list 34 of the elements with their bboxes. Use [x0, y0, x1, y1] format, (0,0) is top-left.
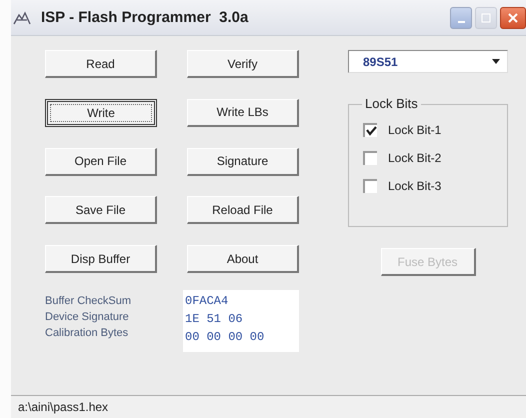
info-value: 00 00 00 00	[185, 330, 266, 344]
checkbox[interactable]	[363, 179, 377, 193]
checkbox[interactable]	[363, 123, 377, 137]
command-button[interactable]: Write	[45, 98, 157, 127]
window-title: ISP - Flash Programmer 3.0a	[41, 9, 248, 26]
minimize-button[interactable]	[450, 6, 472, 28]
device-dropdown[interactable]: 89S51	[348, 50, 508, 73]
close-button[interactable]	[500, 6, 526, 28]
command-button[interactable]: Verify	[187, 50, 299, 78]
checkbox-label[interactable]: Lock Bit-1	[388, 123, 442, 137]
command-button[interactable]: Signature	[187, 148, 299, 176]
app-icon	[13, 10, 31, 24]
command-button[interactable]: Open File	[45, 148, 157, 176]
info-value: 0FACA4	[185, 294, 230, 308]
info-label: Calibration Bytes	[45, 327, 130, 339]
command-button[interactable]: Read	[45, 50, 157, 78]
close-icon	[507, 12, 519, 24]
maximize-icon	[480, 12, 492, 24]
checkbox[interactable]	[363, 151, 377, 165]
command-button[interactable]: Write LBs	[187, 98, 299, 127]
minimize-icon	[458, 20, 464, 22]
info-label: Device Signature	[45, 311, 130, 323]
checkbox-label[interactable]: Lock Bit-2	[388, 151, 442, 165]
command-button[interactable]: Reload File	[187, 196, 299, 224]
group-title: Lock Bits	[362, 96, 421, 111]
checkbox-label[interactable]: Lock Bit-3	[388, 179, 442, 193]
dropdown-arrow-icon	[491, 58, 501, 64]
info-label: Buffer CheckSum	[45, 295, 132, 307]
command-button[interactable]: Disp Buffer	[45, 245, 157, 274]
maximize-button[interactable]	[475, 6, 497, 28]
info-value: 1E 51 06	[185, 312, 244, 326]
command-button[interactable]: Save File	[45, 196, 157, 224]
status-text: a:\aini\pass1.hex	[18, 400, 108, 414]
command-button[interactable]: About	[187, 245, 299, 274]
